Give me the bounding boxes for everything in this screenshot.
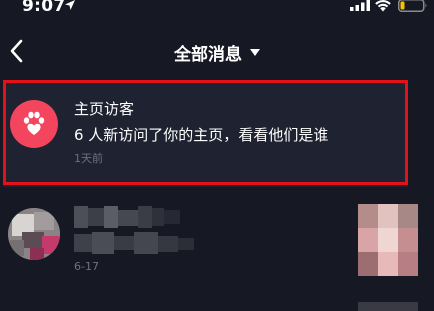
location-arrow-icon <box>65 0 75 10</box>
blurred-username <box>74 206 180 228</box>
nav-title-dropdown[interactable]: 全部消息 <box>0 40 434 65</box>
profile-visitors-notification[interactable]: 主页访客 6 人新访问了你的主页，看看他们是谁 1天前 <box>0 80 434 190</box>
nav-bar: 全部消息 <box>0 26 434 76</box>
signal-icon <box>350 0 370 11</box>
status-bar: 9:07 <box>0 0 434 20</box>
highlight-box <box>3 80 408 185</box>
wifi-icon <box>375 0 391 12</box>
thumbnail[interactable] <box>358 204 418 276</box>
list-item[interactable]: 6-17 <box>0 198 434 311</box>
status-time: 9:07 <box>22 0 66 16</box>
caret-down-icon <box>250 49 260 56</box>
blurred-message <box>74 232 194 254</box>
messages-screen: 9:07 全部消息 主页访客 6 人新访问了你的主页，看看他们是谁 1天前 6-… <box>0 0 434 311</box>
avatar[interactable] <box>8 208 60 260</box>
page-title: 全部消息 <box>174 45 242 65</box>
list-item-date: 6-17 <box>74 260 99 273</box>
battery-icon <box>398 0 427 12</box>
next-thumbnail <box>358 302 418 311</box>
